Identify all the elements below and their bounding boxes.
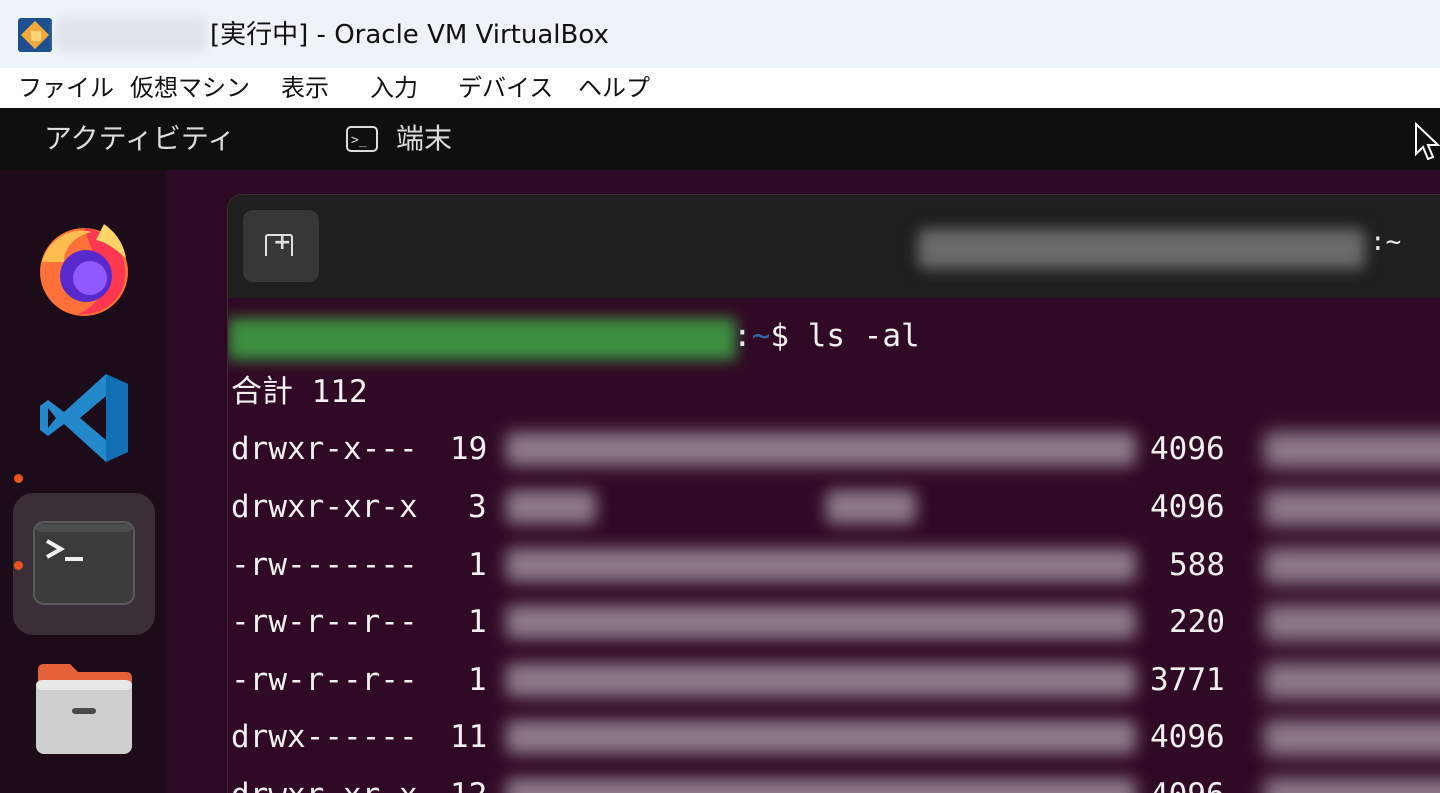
listing-row: -rw-------: [231, 545, 418, 585]
row-size: 220: [1169, 604, 1225, 640]
row-size: 4096: [1150, 431, 1225, 467]
gnome-top-bar: アクティビティ 端末: [0, 108, 1440, 170]
terminal-icon[interactable]: [33, 521, 135, 607]
prompt-user-redacted: [228, 318, 736, 360]
running-indicator: [14, 561, 23, 570]
terminal-window[interactable]: + :~ :~$ ls -al 合計 112 drwxr-x--- 19 409…: [228, 195, 1440, 793]
row-links: 11: [450, 719, 488, 755]
guest-screen[interactable]: アクティビティ 端末: [0, 108, 1440, 793]
dock: [0, 170, 166, 793]
vm-name-redacted: [56, 17, 206, 51]
mouse-pointer-icon: [1415, 122, 1440, 161]
row-links: 1: [468, 662, 487, 698]
vscode-icon[interactable]: [36, 370, 132, 466]
row-perms: drwx------: [231, 719, 418, 755]
app-menu-label: 端末: [396, 122, 453, 155]
row-perms: -rw-------: [231, 547, 418, 583]
terminal-headerbar: + :~: [228, 195, 1440, 298]
listing-row: drwxr-xr-x: [231, 775, 418, 793]
row-size: 4096: [1150, 489, 1225, 525]
row-size: 588: [1169, 547, 1225, 583]
row-links: 3: [468, 489, 487, 525]
date-redacted: [1264, 778, 1440, 793]
menu-file[interactable]: ファイル: [18, 72, 114, 104]
prompt-symbol: $: [770, 318, 790, 354]
window-title: [実行中] - Oracle VM VirtualBox: [210, 20, 609, 50]
menu-devices[interactable]: デバイス: [458, 72, 553, 104]
date-redacted: [1264, 490, 1440, 526]
listing-row: -rw-r--r--: [231, 660, 418, 700]
row-perms: drwxr-x---: [231, 431, 418, 467]
owner-redacted: [506, 663, 1136, 697]
row-size: 3771: [1150, 662, 1225, 698]
running-indicator: [14, 474, 23, 483]
owner-redacted: [506, 778, 1136, 793]
row-perms: -rw-r--r--: [231, 604, 418, 640]
menu-help[interactable]: ヘルプ: [578, 72, 650, 104]
date-redacted: [1264, 605, 1440, 641]
row-perms: drwxr-xr-x: [231, 489, 418, 525]
date-redacted: [1264, 720, 1440, 756]
row-links: 1: [468, 547, 487, 583]
terminal-output[interactable]: :~$ ls -al 合計 112 drwxr-x--- 19 4096 drw…: [228, 298, 1440, 793]
total-line: 合計 112: [231, 374, 368, 410]
owner-redacted: [506, 432, 1136, 466]
menu-input[interactable]: 入力: [370, 72, 418, 104]
date-redacted: [1264, 548, 1440, 584]
menu-view[interactable]: 表示: [281, 72, 329, 104]
owner-redacted: [506, 548, 1136, 582]
app-menu-terminal[interactable]: 端末: [346, 120, 453, 160]
row-links: 1: [468, 604, 487, 640]
owner-redacted: [826, 490, 916, 524]
prompt-line: :~$ ls -al: [733, 318, 920, 354]
row-size: 4096: [1150, 775, 1225, 793]
listing-row: drwxr-xr-x: [231, 487, 418, 527]
row-perms: -rw-r--r--: [231, 662, 418, 698]
new-tab-button[interactable]: +: [243, 210, 319, 282]
activities-button[interactable]: アクティビティ: [44, 120, 235, 158]
terminal-icon: [346, 122, 378, 160]
terminal-title-suffix: :~: [1370, 227, 1402, 257]
terminal-title-redacted: [918, 229, 1365, 269]
row-size: 4096: [1150, 719, 1225, 755]
menu-bar: ファイル 仮想マシン 表示 入力 デバイス ヘルプ: [0, 68, 1440, 108]
listing-row: drwx------: [231, 717, 418, 757]
command-text: ls -al: [807, 318, 920, 354]
menu-machine[interactable]: 仮想マシン: [130, 72, 250, 104]
window-titlebar: [実行中] - Oracle VM VirtualBox: [0, 0, 1440, 68]
row-links: 12: [450, 775, 487, 793]
owner-redacted: [506, 605, 1136, 639]
owner-redacted: [506, 490, 596, 524]
listing-row: drwxr-x---: [231, 429, 418, 469]
row-links: 19: [450, 431, 488, 467]
owner-redacted: [506, 720, 1136, 754]
listing-row: -rw-r--r--: [231, 602, 418, 642]
firefox-icon[interactable]: [34, 218, 134, 318]
files-icon[interactable]: [34, 662, 134, 758]
date-redacted: [1264, 663, 1440, 699]
virtualbox-icon: [18, 18, 52, 52]
date-redacted: [1264, 432, 1440, 468]
row-perms: drwxr-xr-x: [231, 777, 418, 793]
